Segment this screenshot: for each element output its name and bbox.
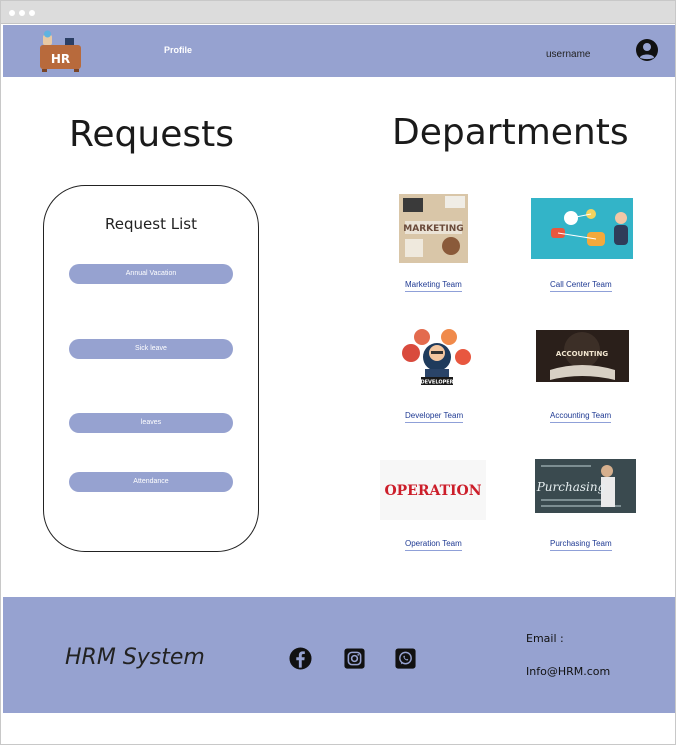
instagram-icon[interactable] [344,648,365,669]
call-center-team-image[interactable] [531,198,633,259]
departments-heading: Departments [392,112,629,153]
footer-brand: HRM System [65,645,205,670]
requests-heading: Requests [69,114,234,155]
operation-image-text: OPERATION [384,483,481,499]
window-titlebar [1,1,675,24]
request-list-title: Request List [105,215,197,233]
operation-team-image[interactable]: OPERATION [380,460,486,520]
window-dot[interactable] [19,10,25,16]
facebook-icon[interactable] [289,647,312,670]
developer-image-text: DEVELOPER [420,380,453,386]
developer-team-link[interactable]: Developer Team [405,411,464,423]
top-navbar: HR Profile username [3,25,675,77]
purchasing-team-image[interactable]: Purchasing [535,459,636,513]
accounting-team-image[interactable]: ACCOUNTING [536,330,629,382]
email-address-link[interactable]: Info@HRM.com [526,665,610,678]
window-dot[interactable] [29,10,35,16]
email-label: Email : [526,632,564,645]
attendance-button[interactable]: Attendance [69,472,233,492]
whatsapp-icon[interactable] [395,648,416,669]
accounting-team-link[interactable]: Accounting Team [550,411,612,423]
marketing-team-image[interactable]: MARKETING [399,194,468,263]
accounting-image-text: ACCOUNTING [556,350,608,358]
window-dot[interactable] [9,10,15,16]
profile-link[interactable]: Profile [164,45,192,55]
request-list-panel: Request List Annual Vacation Sick leave … [43,185,259,552]
developer-team-image[interactable]: DEVELOPER [399,327,475,387]
user-account-icon[interactable] [635,38,659,62]
browser-window: HR Profile username Requests Request Lis… [0,0,676,745]
logo-text: HR [51,52,70,66]
marketing-team-link[interactable]: Marketing Team [405,280,462,292]
username-label[interactable]: username [546,49,590,60]
annual-vacation-button[interactable]: Annual Vacation [69,264,233,284]
sick-leave-button[interactable]: Sick leave [69,339,233,359]
leaves-button[interactable]: leaves [69,413,233,433]
call-center-team-link[interactable]: Call Center Team [550,280,612,292]
operation-team-link[interactable]: Operation Team [405,539,462,551]
purchasing-image-text: Purchasing [536,480,606,494]
purchasing-team-link[interactable]: Purchasing Team [550,539,612,551]
hr-logo[interactable]: HR [39,29,83,73]
marketing-image-text: MARKETING [403,224,463,234]
page-footer: HRM System Email : Info@HRM.com [3,597,675,713]
